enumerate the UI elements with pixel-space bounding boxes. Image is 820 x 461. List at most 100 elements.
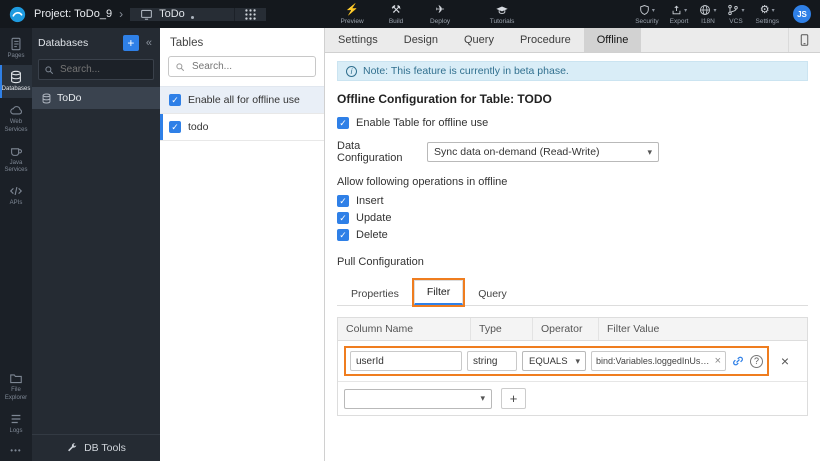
clear-binding-icon[interactable]: × bbox=[715, 355, 721, 367]
database-search-input[interactable] bbox=[58, 63, 148, 76]
page-tab-label: ToDo bbox=[159, 8, 185, 20]
header-filter-value: Filter Value bbox=[598, 318, 773, 340]
git-branch-icon bbox=[727, 4, 739, 16]
add-filter-button[interactable]: + bbox=[501, 388, 526, 409]
database-icon bbox=[41, 93, 52, 104]
chevron-down-icon: ▾ bbox=[480, 393, 485, 403]
data-config-label: Data Configuration bbox=[337, 140, 403, 164]
databases-panel-header: Databases + « bbox=[32, 28, 160, 56]
tab-query[interactable]: Query bbox=[451, 28, 507, 52]
rail-spacer bbox=[0, 212, 32, 366]
breadcrumb-chevron-icon: › bbox=[119, 7, 124, 21]
enable-all-checkbox[interactable] bbox=[169, 94, 181, 106]
project-title: Project: ToDo_9 bbox=[34, 8, 113, 20]
databases-panel-title: Databases bbox=[38, 37, 89, 49]
deploy-button[interactable]: ✈ Deploy bbox=[426, 4, 454, 25]
build-icon: ⚒ bbox=[391, 3, 402, 16]
database-item-todo[interactable]: ToDo bbox=[32, 87, 160, 109]
operations-label: Allow following operations in offline bbox=[337, 176, 508, 188]
tables-search-input[interactable] bbox=[190, 60, 309, 73]
database-search-box bbox=[38, 59, 154, 80]
delete-row-icon[interactable]: × bbox=[769, 353, 801, 369]
security-button[interactable]: ▾ Security bbox=[635, 4, 659, 25]
tab-design[interactable]: Design bbox=[391, 28, 451, 52]
top-bar-left: Project: ToDo_9 › ToDo bbox=[0, 0, 267, 28]
add-column-select[interactable]: ▾ bbox=[344, 388, 492, 409]
operation-update-row[interactable]: Update bbox=[337, 212, 808, 224]
update-checkbox[interactable] bbox=[337, 212, 349, 224]
tab-settings[interactable]: Settings bbox=[325, 28, 391, 52]
db-tools-button[interactable]: DB Tools bbox=[32, 434, 160, 461]
column-name-input[interactable] bbox=[350, 351, 462, 371]
enable-all-row[interactable]: Enable all for offline use bbox=[160, 86, 324, 114]
device-preview-icon[interactable] bbox=[788, 28, 820, 52]
collapse-panel-icon[interactable]: « bbox=[144, 37, 154, 49]
header-type: Type bbox=[470, 318, 532, 340]
vcs-button[interactable]: ▾ VCS bbox=[727, 4, 745, 25]
build-button[interactable]: ⚒ Build bbox=[382, 4, 410, 25]
sidebar-item-java-services[interactable]: Java Services bbox=[0, 139, 32, 179]
delete-checkbox[interactable] bbox=[337, 229, 349, 241]
operator-value: EQUALS bbox=[529, 355, 568, 367]
insert-checkbox[interactable] bbox=[337, 195, 349, 207]
enable-table-row[interactable]: Enable Table for offline use bbox=[337, 117, 808, 129]
info-icon: i bbox=[346, 65, 357, 77]
main-content: Settings Design Query Procedure Offline … bbox=[325, 28, 820, 461]
sidebar-item-pages[interactable]: Pages bbox=[0, 32, 32, 65]
operator-select[interactable]: EQUALS ▾ bbox=[522, 351, 586, 371]
enable-table-label: Enable Table for offline use bbox=[356, 117, 489, 129]
header-actions bbox=[773, 318, 807, 340]
unsaved-indicator bbox=[190, 15, 194, 19]
folder-icon bbox=[9, 371, 23, 385]
delete-label: Delete bbox=[356, 229, 388, 241]
table-row-label: todo bbox=[188, 121, 209, 133]
tab-procedure[interactable]: Procedure bbox=[507, 28, 584, 52]
todo-table-checkbox[interactable] bbox=[169, 121, 181, 133]
main-row: Pages Databases Web Services Java Servic… bbox=[0, 28, 820, 461]
operation-delete-row[interactable]: Delete bbox=[337, 229, 808, 241]
operation-insert-row[interactable]: Insert bbox=[337, 195, 808, 207]
help-icon[interactable]: ? bbox=[750, 354, 763, 368]
sidebar-item-databases[interactable]: Databases bbox=[0, 65, 32, 99]
enable-table-checkbox[interactable] bbox=[337, 117, 349, 129]
i18n-button[interactable]: ▾ I18N bbox=[699, 4, 716, 25]
insert-label: Insert bbox=[356, 195, 384, 207]
user-avatar[interactable]: JS bbox=[793, 5, 811, 23]
tutorials-button[interactable]: Tutorials bbox=[488, 4, 516, 25]
enable-all-label: Enable all for offline use bbox=[188, 94, 300, 106]
sidebar-item-web-services[interactable]: Web Services bbox=[0, 98, 32, 138]
sidebar-item-file-explorer[interactable]: File Explorer bbox=[0, 366, 32, 406]
tab-offline[interactable]: Offline bbox=[583, 28, 642, 52]
chevron-down-icon: ▾ bbox=[575, 355, 581, 366]
settings-button[interactable]: ⚙ ▾ Settings bbox=[756, 4, 780, 25]
table-row-todo[interactable]: todo bbox=[160, 114, 324, 141]
database-item-label: ToDo bbox=[57, 92, 82, 104]
tab-properties[interactable]: Properties bbox=[339, 283, 411, 305]
filter-value-field[interactable]: bind:Variables.loggedInUser.data × bbox=[591, 351, 726, 371]
export-button[interactable]: ▾ Export bbox=[670, 4, 688, 25]
page-icon bbox=[140, 8, 153, 21]
wavemaker-logo[interactable] bbox=[9, 6, 26, 23]
sidebar-item-apis[interactable]: APIs bbox=[0, 179, 32, 212]
preview-button[interactable]: ⚡ Preview bbox=[338, 4, 366, 25]
sidebar-item-logs[interactable]: Logs bbox=[0, 407, 32, 440]
tab-query-sub[interactable]: Query bbox=[466, 283, 519, 305]
more-options-icon[interactable]: ••• bbox=[0, 440, 32, 461]
bind-link-icon[interactable] bbox=[731, 354, 745, 368]
type-input[interactable] bbox=[467, 351, 517, 371]
add-database-button[interactable]: + bbox=[122, 35, 139, 51]
grid-icon[interactable] bbox=[234, 7, 267, 21]
data-config-value: Sync data on-demand (Read-Write) bbox=[434, 146, 600, 158]
data-config-select[interactable]: Sync data on-demand (Read-Write) ▾ bbox=[427, 142, 659, 162]
top-bar-actions: ⚡ Preview ⚒ Build ✈ Deploy Tutorials bbox=[338, 0, 516, 28]
filter-table-header: Column Name Type Operator Filter Value bbox=[338, 318, 807, 341]
search-icon bbox=[44, 65, 54, 75]
beta-note-banner: i Note: This feature is currently in bet… bbox=[337, 61, 808, 81]
tab-filter[interactable]: Filter bbox=[411, 278, 466, 307]
page-tab-todo[interactable]: ToDo bbox=[130, 7, 235, 21]
page-title: Offline Configuration for Table: TODO bbox=[337, 92, 552, 106]
globe-icon bbox=[699, 4, 711, 16]
search-icon bbox=[175, 62, 185, 72]
gear-icon: ⚙ bbox=[759, 3, 770, 16]
export-icon bbox=[671, 4, 682, 16]
